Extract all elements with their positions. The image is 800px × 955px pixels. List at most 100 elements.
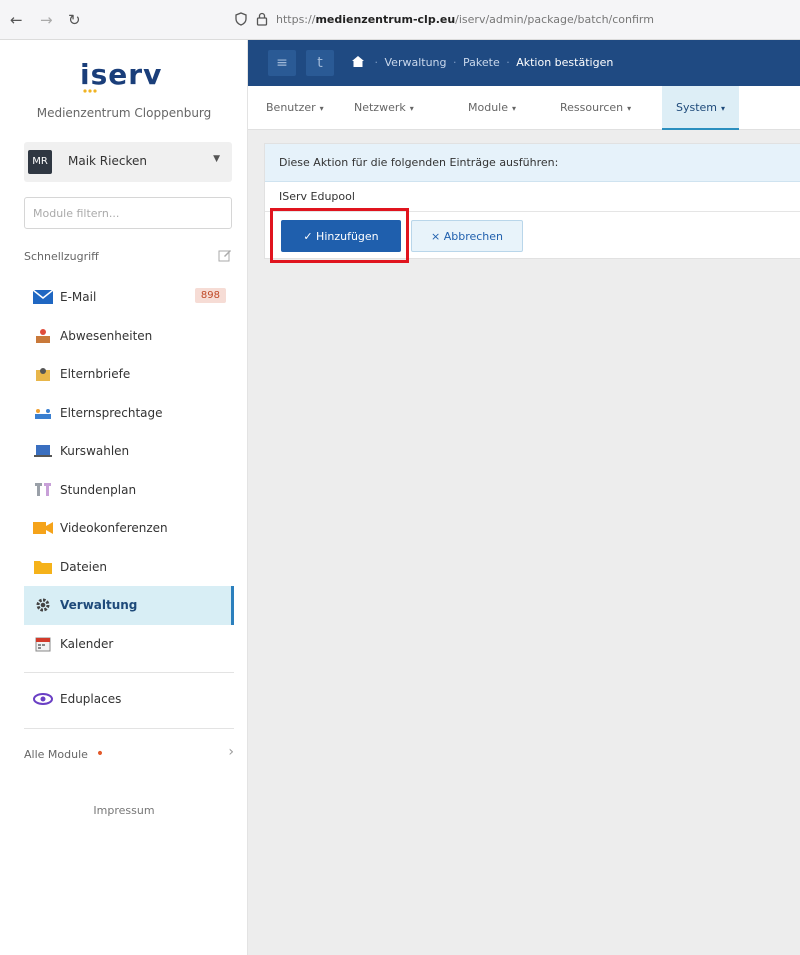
letter-icon: [32, 366, 54, 382]
impressum-link[interactable]: Impressum: [0, 804, 248, 817]
caret-down-icon: ▾: [409, 104, 414, 113]
tab-label: Netzwerk: [354, 101, 406, 114]
browser-toolbar: ← → ↻ https://medienzentrum-clp.eu/iserv…: [0, 0, 800, 40]
institution-name: Medienzentrum Cloppenburg: [36, 106, 212, 120]
admin-tabs: Benutzer ▾ Netzwerk ▾ Module ▾ Ressourcen ▾ …: [248, 86, 800, 130]
sidebar-item-email[interactable]: E-Mail 898: [24, 278, 234, 317]
tab-modules[interactable]: Module ▾: [454, 86, 530, 130]
sidebar-item-eduplaces[interactable]: Eduplaces: [24, 680, 234, 719]
lock-icon: [256, 12, 268, 26]
logo-dots: [83, 89, 97, 93]
hamburger-menu-icon[interactable]: ≡: [268, 50, 296, 76]
sidebar-item-administration[interactable]: Verwaltung: [24, 586, 234, 625]
sidebar-item-label: Stundenplan: [60, 482, 137, 497]
check-icon: ✓: [303, 229, 317, 243]
caret-down-icon: ▾: [319, 104, 324, 113]
unread-badge: 898: [194, 288, 226, 303]
sidebar-item-parent-days[interactable]: Elternsprechtage: [24, 394, 234, 433]
absence-icon: [32, 328, 54, 344]
add-button[interactable]: ✓ Hinzufügen: [281, 220, 401, 252]
url-bar[interactable]: https://medienzentrum-clp.eu/iserv/admin…: [276, 13, 654, 26]
url-path: /iserv/admin/package/batch/confirm: [455, 13, 654, 26]
close-icon: ×: [430, 229, 444, 243]
module-list: E-Mail 898 Abwesenheiten Elternbriefe El…: [24, 278, 234, 663]
t-icon[interactable]: t: [306, 50, 334, 76]
sidebar-item-label: Kalender: [60, 636, 114, 651]
avatar: MR: [28, 150, 52, 174]
tab-label: System: [676, 101, 718, 114]
sidebar: iserv Medienzentrum Cloppenburg MR Maik …: [0, 40, 248, 955]
forward-icon[interactable]: →: [40, 11, 53, 29]
sidebar-item-label: Dateien: [60, 559, 108, 574]
home-icon[interactable]: [352, 56, 364, 67]
caret-down-icon: ▼: [213, 154, 220, 164]
top-navigation-bar: ≡ t · Verwaltung · Pakete · Aktion bestä…: [248, 40, 800, 86]
all-modules-link[interactable]: Alle Module • ›: [24, 744, 234, 762]
breadcrumb-separator: ·: [506, 56, 510, 69]
tab-users[interactable]: Benutzer ▾: [252, 86, 338, 130]
back-icon[interactable]: ←: [10, 11, 23, 29]
sidebar-item-label: Elternbriefe: [60, 367, 131, 382]
calendar-icon: [32, 636, 54, 652]
sidebar-item-files[interactable]: Dateien: [24, 548, 234, 587]
panel-heading: Diese Aktion für die folgenden Einträge …: [265, 144, 800, 182]
breadcrumb-current: Aktion bestätigen: [516, 56, 614, 69]
sidebar-item-course-choices[interactable]: Kurswahlen: [24, 432, 234, 471]
caret-down-icon: ▾: [627, 104, 632, 113]
tab-system[interactable]: System ▾: [662, 86, 740, 130]
sidebar-item-label: Kurswahlen: [60, 444, 130, 459]
cancel-button-label: Abbrechen: [443, 229, 503, 243]
breadcrumb-packages[interactable]: Pakete: [463, 56, 500, 69]
envelope-icon: [32, 289, 54, 305]
sidebar-item-label: Verwaltung: [60, 598, 138, 613]
iserv-logo[interactable]: iserv: [80, 58, 162, 91]
user-name: Maik Riecken: [68, 154, 147, 168]
shield-icon: [235, 12, 247, 26]
url-domain: medienzentrum-clp.eu: [315, 13, 456, 26]
sidebar-item-parent-letters[interactable]: Elternbriefe: [24, 355, 234, 394]
tab-label: Module: [468, 101, 508, 114]
url-prefix: https://: [276, 13, 316, 26]
gear-icon: [32, 597, 54, 613]
breadcrumb-separator: ·: [374, 56, 379, 69]
eduplaces-icon: [32, 691, 54, 707]
notification-dot-icon: •: [95, 746, 105, 762]
caret-down-icon: ▾: [512, 104, 517, 113]
entry-row: IServ Edupool: [265, 182, 800, 212]
sidebar-item-calendar[interactable]: Kalender: [24, 625, 234, 664]
all-modules-label: Alle Module: [24, 748, 88, 761]
chevron-right-icon: ›: [228, 744, 234, 760]
sidebar-item-label: E-Mail: [60, 290, 97, 305]
breadcrumb-administration[interactable]: Verwaltung: [385, 56, 447, 69]
reload-icon[interactable]: ↻: [68, 11, 81, 29]
laptop-icon: [32, 443, 54, 459]
sidebar-item-label: Eduplaces: [60, 692, 122, 707]
tab-resources[interactable]: Ressourcen ▾: [546, 86, 645, 130]
folder-icon: [32, 559, 54, 575]
video-camera-icon: [32, 520, 54, 536]
sidebar-item-label: Videokonferenzen: [60, 521, 168, 536]
breadcrumb-separator: ·: [453, 56, 457, 69]
tab-label: Ressourcen: [560, 101, 624, 114]
breadcrumb: · Verwaltung · Pakete · Aktion bestätige…: [352, 56, 613, 69]
sidebar-divider: [24, 728, 234, 729]
sidebar-item-label: Abwesenheiten: [60, 328, 153, 343]
tab-label: Benutzer: [266, 101, 316, 114]
sidebar-divider: [24, 672, 234, 673]
caret-down-icon: ▾: [721, 104, 726, 113]
people-icon: [32, 405, 54, 421]
tab-network[interactable]: Netzwerk ▾: [340, 86, 428, 130]
eduplaces-section: Eduplaces: [24, 680, 234, 719]
sidebar-item-timetable[interactable]: Stundenplan: [24, 471, 234, 510]
cancel-button[interactable]: × Abbrechen: [411, 220, 523, 252]
add-button-label: Hinzufügen: [316, 229, 379, 243]
module-filter-input[interactable]: [24, 197, 232, 229]
sidebar-item-label: Elternsprechtage: [60, 405, 163, 420]
sidebar-item-absences[interactable]: Abwesenheiten: [24, 317, 234, 356]
sidebar-item-videoconference[interactable]: Videokonferenzen: [24, 509, 234, 548]
confirm-action-panel: Diese Aktion für die folgenden Einträge …: [264, 143, 800, 259]
quick-access-label: Schnellzugriff: [24, 250, 99, 263]
user-menu[interactable]: MR Maik Riecken ▼: [24, 142, 232, 182]
timetable-icon: [32, 482, 54, 498]
edit-icon[interactable]: [218, 248, 232, 262]
